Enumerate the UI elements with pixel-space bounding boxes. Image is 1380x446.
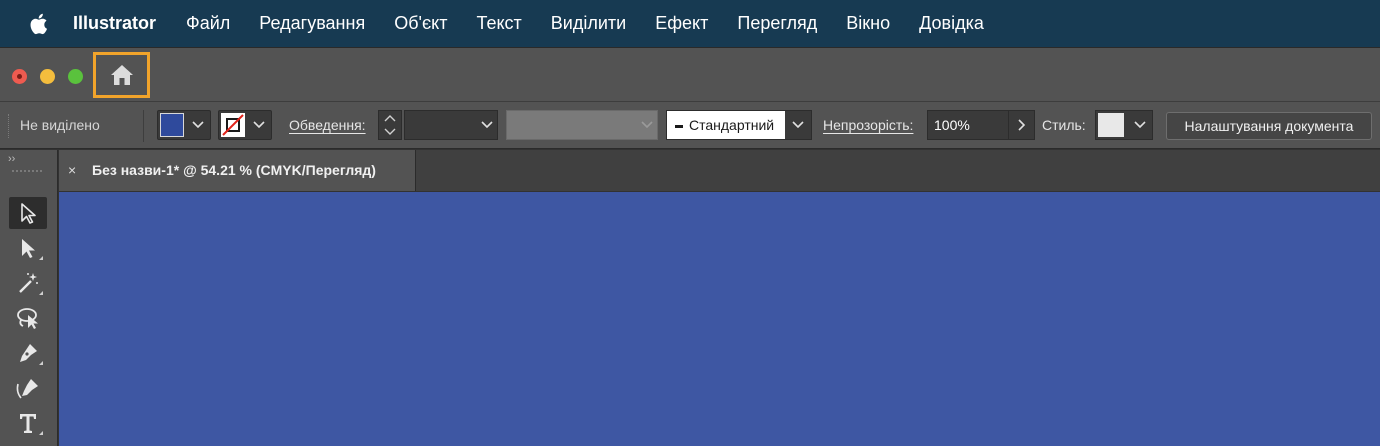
pen-tool[interactable] <box>9 337 47 369</box>
document-setup-button[interactable]: Налаштування документа <box>1166 112 1372 140</box>
menu-type[interactable]: Текст <box>476 0 521 47</box>
menu-window[interactable]: Вікно <box>846 0 890 47</box>
minimize-window-button[interactable] <box>40 69 55 84</box>
close-window-button[interactable] <box>12 69 27 84</box>
type-tool[interactable] <box>9 407 47 439</box>
stroke-swatch <box>221 113 245 137</box>
tool-flyout-indicator <box>39 256 43 260</box>
home-icon <box>110 65 133 85</box>
menu-select[interactable]: Виділити <box>551 0 626 47</box>
curvature-tool[interactable] <box>9 372 47 404</box>
close-tab-icon[interactable]: × <box>68 162 76 178</box>
direct-selection-arrow-icon <box>22 239 35 258</box>
lasso-tool[interactable] <box>9 302 47 334</box>
style-label: Стиль: <box>1042 117 1086 133</box>
document-tab[interactable]: × Без назви-1* @ 54.21 % (CMYK/Перегляд) <box>59 150 416 191</box>
collapse-panel-icon[interactable]: ›› <box>8 153 15 165</box>
app-title-bar <box>0 47 1380 101</box>
artboard-canvas[interactable] <box>59 192 1380 446</box>
chevron-down-icon[interactable] <box>479 117 495 133</box>
home-button[interactable] <box>93 52 150 98</box>
menu-help[interactable]: Довідка <box>919 0 984 47</box>
selection-status: Не виділено <box>20 117 100 133</box>
control-bar-grip[interactable] <box>8 114 10 138</box>
chevron-down-icon <box>785 111 811 139</box>
stepper-arrows-icon <box>384 115 396 135</box>
selection-tool[interactable] <box>9 197 47 229</box>
menu-view[interactable]: Перегляд <box>737 0 817 47</box>
brush-definition-select[interactable]: Стандартний <box>666 110 812 140</box>
document-tab-title: Без назви-1* @ 54.21 % (CMYK/Перегляд) <box>92 162 376 178</box>
stroke-weight-stepper[interactable] <box>378 110 402 140</box>
tool-flyout-indicator <box>39 291 43 295</box>
fill-color-picker[interactable] <box>157 110 211 140</box>
type-t-icon <box>20 414 36 433</box>
menu-file[interactable]: Файл <box>186 0 230 47</box>
stroke-none-icon <box>222 114 244 136</box>
zoom-window-button[interactable] <box>68 69 83 84</box>
selection-arrow-icon <box>21 203 36 224</box>
menu-app-name[interactable]: Illustrator <box>73 0 156 47</box>
brush-line-icon <box>675 124 683 128</box>
curvature-pen-icon <box>16 379 38 399</box>
magic-wand-tool[interactable] <box>9 267 47 299</box>
magic-wand-icon <box>19 273 38 293</box>
lasso-icon <box>17 308 38 329</box>
brush-value: Стандартний <box>675 117 774 133</box>
stroke-color-picker[interactable] <box>218 110 272 140</box>
menu-edit[interactable]: Редагування <box>259 0 365 47</box>
tools-panel-grip[interactable] <box>12 170 42 174</box>
apple-icon[interactable] <box>27 11 49 37</box>
stroke-panel-link[interactable]: Обведення: <box>289 117 366 133</box>
divider <box>143 110 144 142</box>
chevron-down-icon <box>190 117 206 133</box>
stroke-weight-input[interactable] <box>404 110 498 140</box>
graphic-style-picker[interactable] <box>1095 110 1153 140</box>
menu-object[interactable]: Об'єкт <box>394 0 447 47</box>
fill-swatch <box>160 113 184 137</box>
tools-panel: ›› <box>0 150 58 446</box>
chevron-down-icon <box>251 117 267 133</box>
chevron-down-icon <box>639 117 655 133</box>
menu-effect[interactable]: Ефект <box>655 0 708 47</box>
macos-menubar: Illustrator Файл Редагування Об'єкт Текс… <box>0 0 1380 47</box>
pen-nib-icon <box>20 344 37 362</box>
opacity-panel-link[interactable]: Непрозорість: <box>823 117 913 133</box>
chevron-down-icon <box>1132 117 1148 133</box>
direct-selection-tool[interactable] <box>9 232 47 264</box>
opacity-value: 100% <box>934 117 970 133</box>
tool-flyout-indicator <box>39 361 43 365</box>
tool-flyout-indicator <box>39 431 43 435</box>
style-swatch <box>1098 113 1124 137</box>
document-tab-bar: × Без назви-1* @ 54.21 % (CMYK/Перегляд) <box>59 150 1380 191</box>
chevron-right-icon[interactable] <box>1008 111 1034 139</box>
control-bar: Не виділено Обведення: Стандартний Непро… <box>0 101 1380 149</box>
opacity-input[interactable]: 100% <box>927 110 1035 140</box>
variable-width-profile[interactable] <box>506 110 658 140</box>
